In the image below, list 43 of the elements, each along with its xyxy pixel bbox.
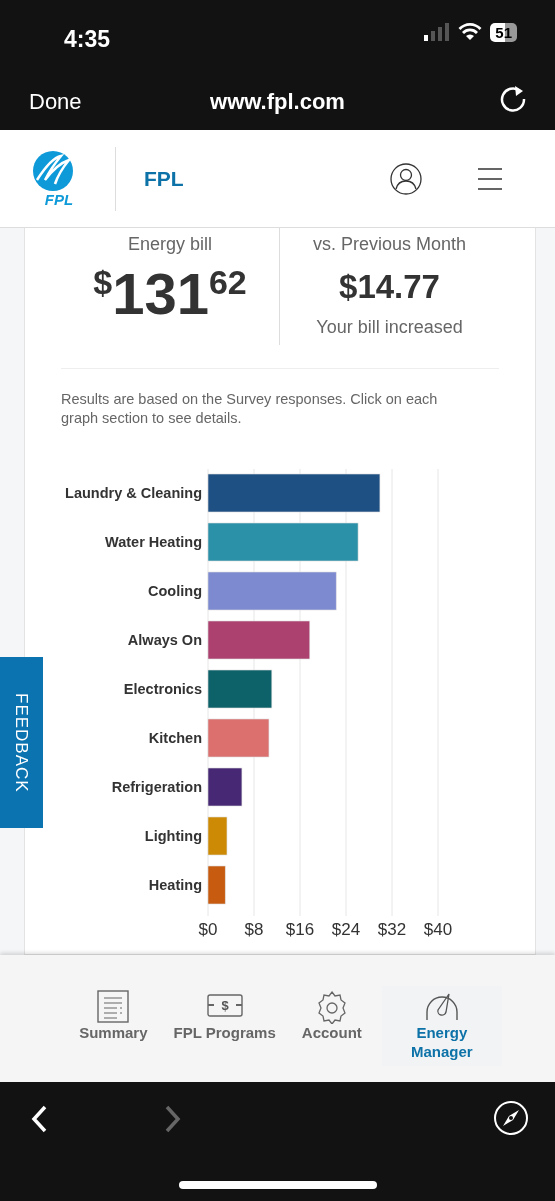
axis-tick-label: $24 (331, 919, 361, 939)
chart-bar[interactable] (207, 620, 311, 659)
clock-time: 4:35 (64, 25, 111, 54)
axis-tick-label: $8 (244, 919, 264, 939)
chart-bar[interactable] (207, 767, 243, 806)
signal-icon (424, 23, 451, 41)
survey-note: Results are based on the Survey responses. Click on each graph section to see details. (61, 390, 439, 428)
reload-icon[interactable] (498, 83, 528, 113)
nav-tab[interactable]: Summary (73, 986, 154, 1047)
chart-bar[interactable] (207, 473, 381, 512)
nav-tab[interactable]: Energy Manager (381, 986, 502, 1066)
compass-icon[interactable] (493, 1100, 529, 1136)
user-icon[interactable] (390, 162, 422, 195)
axis-tick-label: $40 (423, 919, 453, 939)
wifi-icon (458, 23, 483, 41)
axis-tick-label: $0 (198, 919, 218, 939)
bar-label: Laundry & Cleaning (65, 484, 202, 501)
bar-label: Heating (148, 876, 202, 893)
nav-tab[interactable]: Account (295, 986, 368, 1047)
document-icon (95, 990, 132, 1024)
url-text: www.fpl.com (210, 88, 345, 116)
bar-label: Kitchen (148, 729, 202, 746)
menu-icon[interactable] (478, 166, 502, 191)
back-icon[interactable] (30, 1105, 48, 1133)
bar-label: Water Heating (105, 533, 202, 550)
nav-tab[interactable]: $ FPL Programs (167, 986, 282, 1047)
comparison-note: Your bill increased (315, 315, 464, 339)
axis-tick-label: $16 (285, 919, 315, 939)
bill-label: Energy bill (126, 233, 213, 256)
bar-label: Lighting (144, 827, 202, 844)
done-button[interactable]: Done (29, 85, 82, 118)
site-title[interactable]: FPL (144, 162, 184, 195)
axis-tick-label: $32 (377, 919, 407, 939)
battery-level: 51 (490, 22, 517, 42)
chart-bar[interactable] (207, 669, 273, 708)
bar-label: Electronics (123, 680, 202, 697)
bar-label: Cooling (148, 582, 202, 599)
bar-label: Refrigeration (111, 778, 202, 795)
difference-amount: $14.77 (338, 267, 441, 307)
bar-label: Always On (127, 631, 202, 648)
feedback-tab[interactable]: FEEDBACK (0, 657, 43, 828)
comparison-label: vs. Previous Month (311, 233, 468, 256)
fpl-logo[interactable]: FPL (21, 150, 87, 207)
